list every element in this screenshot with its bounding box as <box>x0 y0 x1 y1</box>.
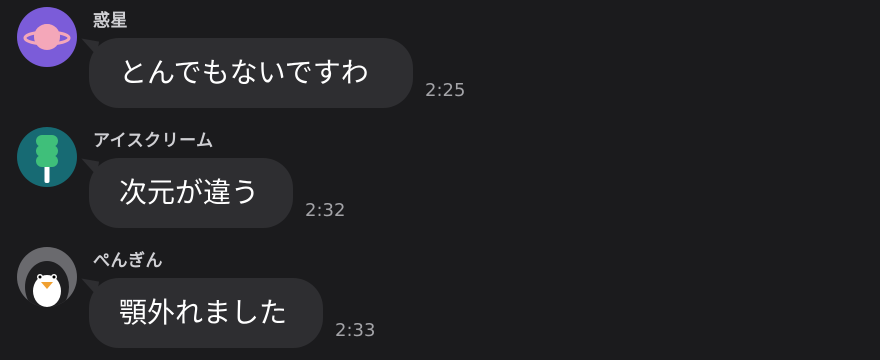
message-bubble[interactable]: とんでもないですわ <box>89 38 413 108</box>
sender-name: 惑星 <box>93 11 128 31</box>
penguin-icon <box>17 247 77 307</box>
popsicle-icon <box>17 127 77 187</box>
message-item: アイスクリーム 次元が違う 2:32 <box>0 120 880 240</box>
message-item: 惑星 とんでもないですわ 2:25 <box>0 0 880 120</box>
avatar[interactable] <box>17 247 77 307</box>
avatar[interactable] <box>17 7 77 67</box>
sender-name: ぺんぎん <box>93 251 163 271</box>
message-time: 2:32 <box>305 200 346 221</box>
message-bubble[interactable]: 次元が違う <box>89 158 293 228</box>
sender-name: アイスクリーム <box>93 131 214 151</box>
message-item: ぺんぎん 顎外れました 2:33 <box>0 240 880 360</box>
message-time: 2:33 <box>335 320 376 341</box>
message-bubble[interactable]: 顎外れました <box>89 278 323 348</box>
message-time: 2:25 <box>425 80 466 101</box>
avatar[interactable] <box>17 127 77 187</box>
planet-icon <box>17 7 77 67</box>
chat-log: 惑星 とんでもないですわ 2:25 アイスクリーム 次元が違う 2:32 ぺんぎ… <box>0 0 880 360</box>
